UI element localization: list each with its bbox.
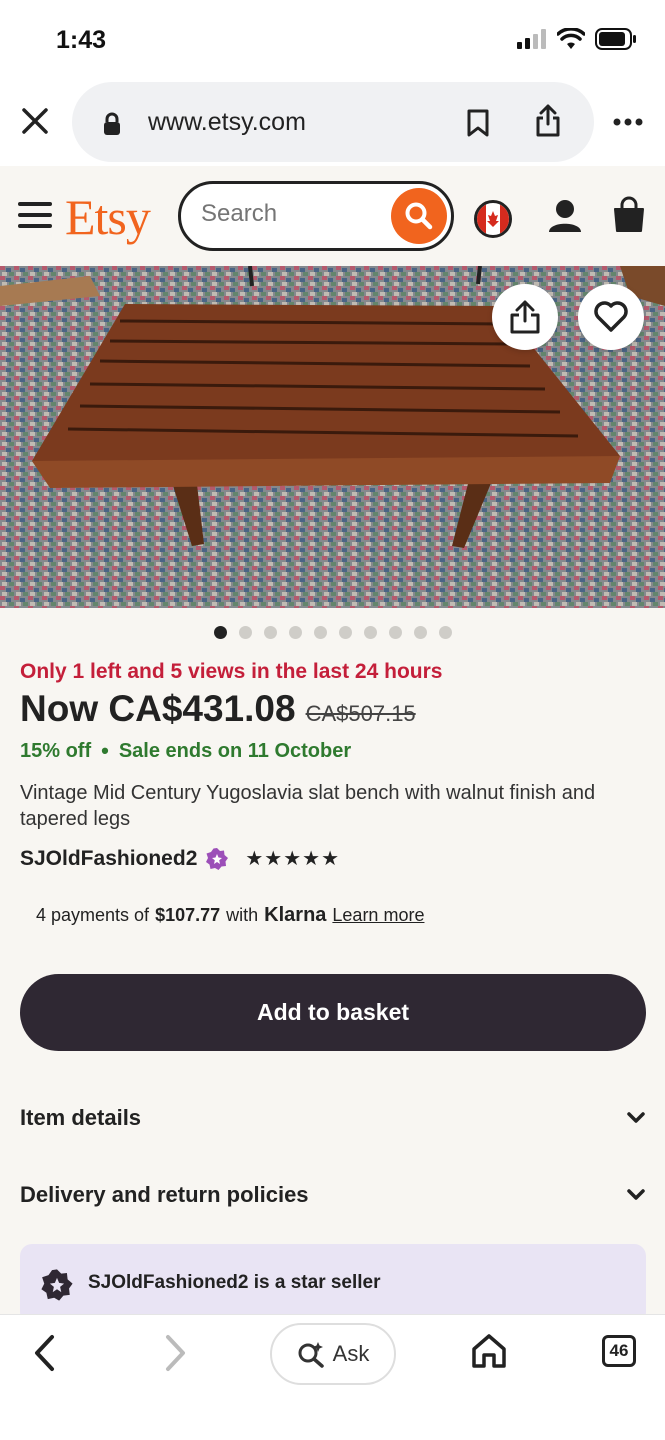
gallery-dots[interactable] <box>0 626 665 639</box>
sale-row: 15% off • Sale ends on 11 October <box>20 738 351 764</box>
gallery-dot[interactable] <box>263 626 277 639</box>
accordion-label: Item details <box>20 1105 142 1130</box>
search-icon <box>405 202 433 230</box>
product-image[interactable] <box>0 266 665 608</box>
browser-toolbar: Ask 46 <box>0 1314 665 1440</box>
browser-bar: www.etsy.com <box>0 80 665 166</box>
home-icon[interactable] <box>470 1333 508 1369</box>
klarna-learn-more-link[interactable]: Learn more <box>332 905 424 926</box>
star-seller-banner: SJOldFashioned2 is a star seller <box>20 1244 646 1324</box>
gallery-dot[interactable] <box>363 626 377 639</box>
status-bar: 1:43 <box>0 0 665 80</box>
klarna-row: 4 payments of $107.77 with Klarna Learn … <box>36 904 424 927</box>
status-time: 1:43 <box>56 26 107 54</box>
search-box[interactable] <box>178 181 454 251</box>
shop-row[interactable]: SJOldFashioned2 ★★★★★ <box>20 846 340 871</box>
item-details-accordion[interactable]: Item details <box>20 1098 646 1138</box>
etsy-header: Etsy <box>0 166 665 266</box>
heart-icon <box>594 301 628 332</box>
product-title: Vintage Mid Century Yugoslavia slat benc… <box>20 782 596 830</box>
bench-photo <box>0 266 665 608</box>
chevron-down-icon <box>627 1112 645 1123</box>
product-content: Only 1 left and 5 views in the last 24 h… <box>0 608 665 1324</box>
lock-icon <box>104 112 120 135</box>
gallery-dot[interactable] <box>238 626 252 639</box>
bookmark-icon[interactable] <box>466 108 490 138</box>
accordion-label: Delivery and return policies <box>20 1182 309 1207</box>
scarcity-text: Only 1 left and 5 views in the last 24 h… <box>20 660 443 683</box>
url-text: www.etsy.com <box>148 108 306 136</box>
klarna-amount: $107.77 <box>155 905 221 925</box>
share-image-button[interactable] <box>492 284 558 350</box>
ai-search-icon <box>298 1342 324 1368</box>
gallery-dot[interactable] <box>413 626 427 639</box>
add-to-basket-button[interactable]: Add to basket <box>20 974 646 1051</box>
ask-button[interactable]: Ask <box>270 1323 396 1385</box>
back-icon[interactable] <box>32 1333 58 1373</box>
signal-icon <box>517 29 546 49</box>
gallery-dot[interactable] <box>438 626 452 639</box>
delivery-policies-accordion[interactable]: Delivery and return policies <box>20 1175 646 1215</box>
favorite-button[interactable] <box>578 284 644 350</box>
klarna-logo: Klarna <box>264 904 327 926</box>
rating-stars[interactable]: ★★★★★ <box>245 846 340 871</box>
discount-text: 15% off <box>20 739 92 762</box>
battery-icon <box>595 28 636 50</box>
forward-icon[interactable] <box>162 1333 188 1373</box>
url-bar[interactable]: www.etsy.com <box>72 82 594 162</box>
etsy-logo[interactable]: Etsy <box>65 188 151 246</box>
gallery-dot[interactable] <box>388 626 402 639</box>
separator-dot: • <box>101 738 109 763</box>
close-icon[interactable] <box>18 104 52 138</box>
star-seller-text: SJOldFashioned2 is a star seller <box>88 1272 381 1293</box>
sale-ends-text: Sale ends on 11 October <box>118 739 352 762</box>
klarna-prefix: 4 payments of <box>36 905 150 925</box>
search-input[interactable] <box>201 200 381 228</box>
basket-icon[interactable] <box>612 196 646 234</box>
star-seller-badge-icon <box>41 1269 73 1301</box>
gallery-dot[interactable] <box>338 626 352 639</box>
gallery-dot[interactable] <box>288 626 302 639</box>
shop-name[interactable]: SJOldFashioned2 <box>20 847 197 871</box>
chevron-down-icon <box>627 1189 645 1200</box>
price-row: Now CA$431.08 CA$507.15 <box>20 688 416 730</box>
price-now: Now CA$431.08 <box>20 688 296 729</box>
tab-count: 46 <box>609 1341 629 1360</box>
ask-label: Ask <box>332 1341 370 1366</box>
gallery-dot[interactable] <box>213 626 227 639</box>
star-seller-badge-icon <box>206 847 229 870</box>
wifi-icon <box>557 28 585 49</box>
tabs-button[interactable]: 46 <box>602 1335 636 1367</box>
search-button[interactable] <box>391 188 447 244</box>
more-options-icon[interactable] <box>613 118 643 126</box>
price-original: CA$507.15 <box>305 701 416 726</box>
gallery-dot[interactable] <box>313 626 327 639</box>
canada-flag-icon[interactable] <box>474 200 512 238</box>
klarna-with: with <box>226 905 259 925</box>
share-icon[interactable] <box>534 104 562 138</box>
status-icons <box>517 28 637 50</box>
menu-icon[interactable] <box>18 202 52 228</box>
account-icon[interactable] <box>548 198 582 234</box>
share-icon <box>510 300 540 334</box>
